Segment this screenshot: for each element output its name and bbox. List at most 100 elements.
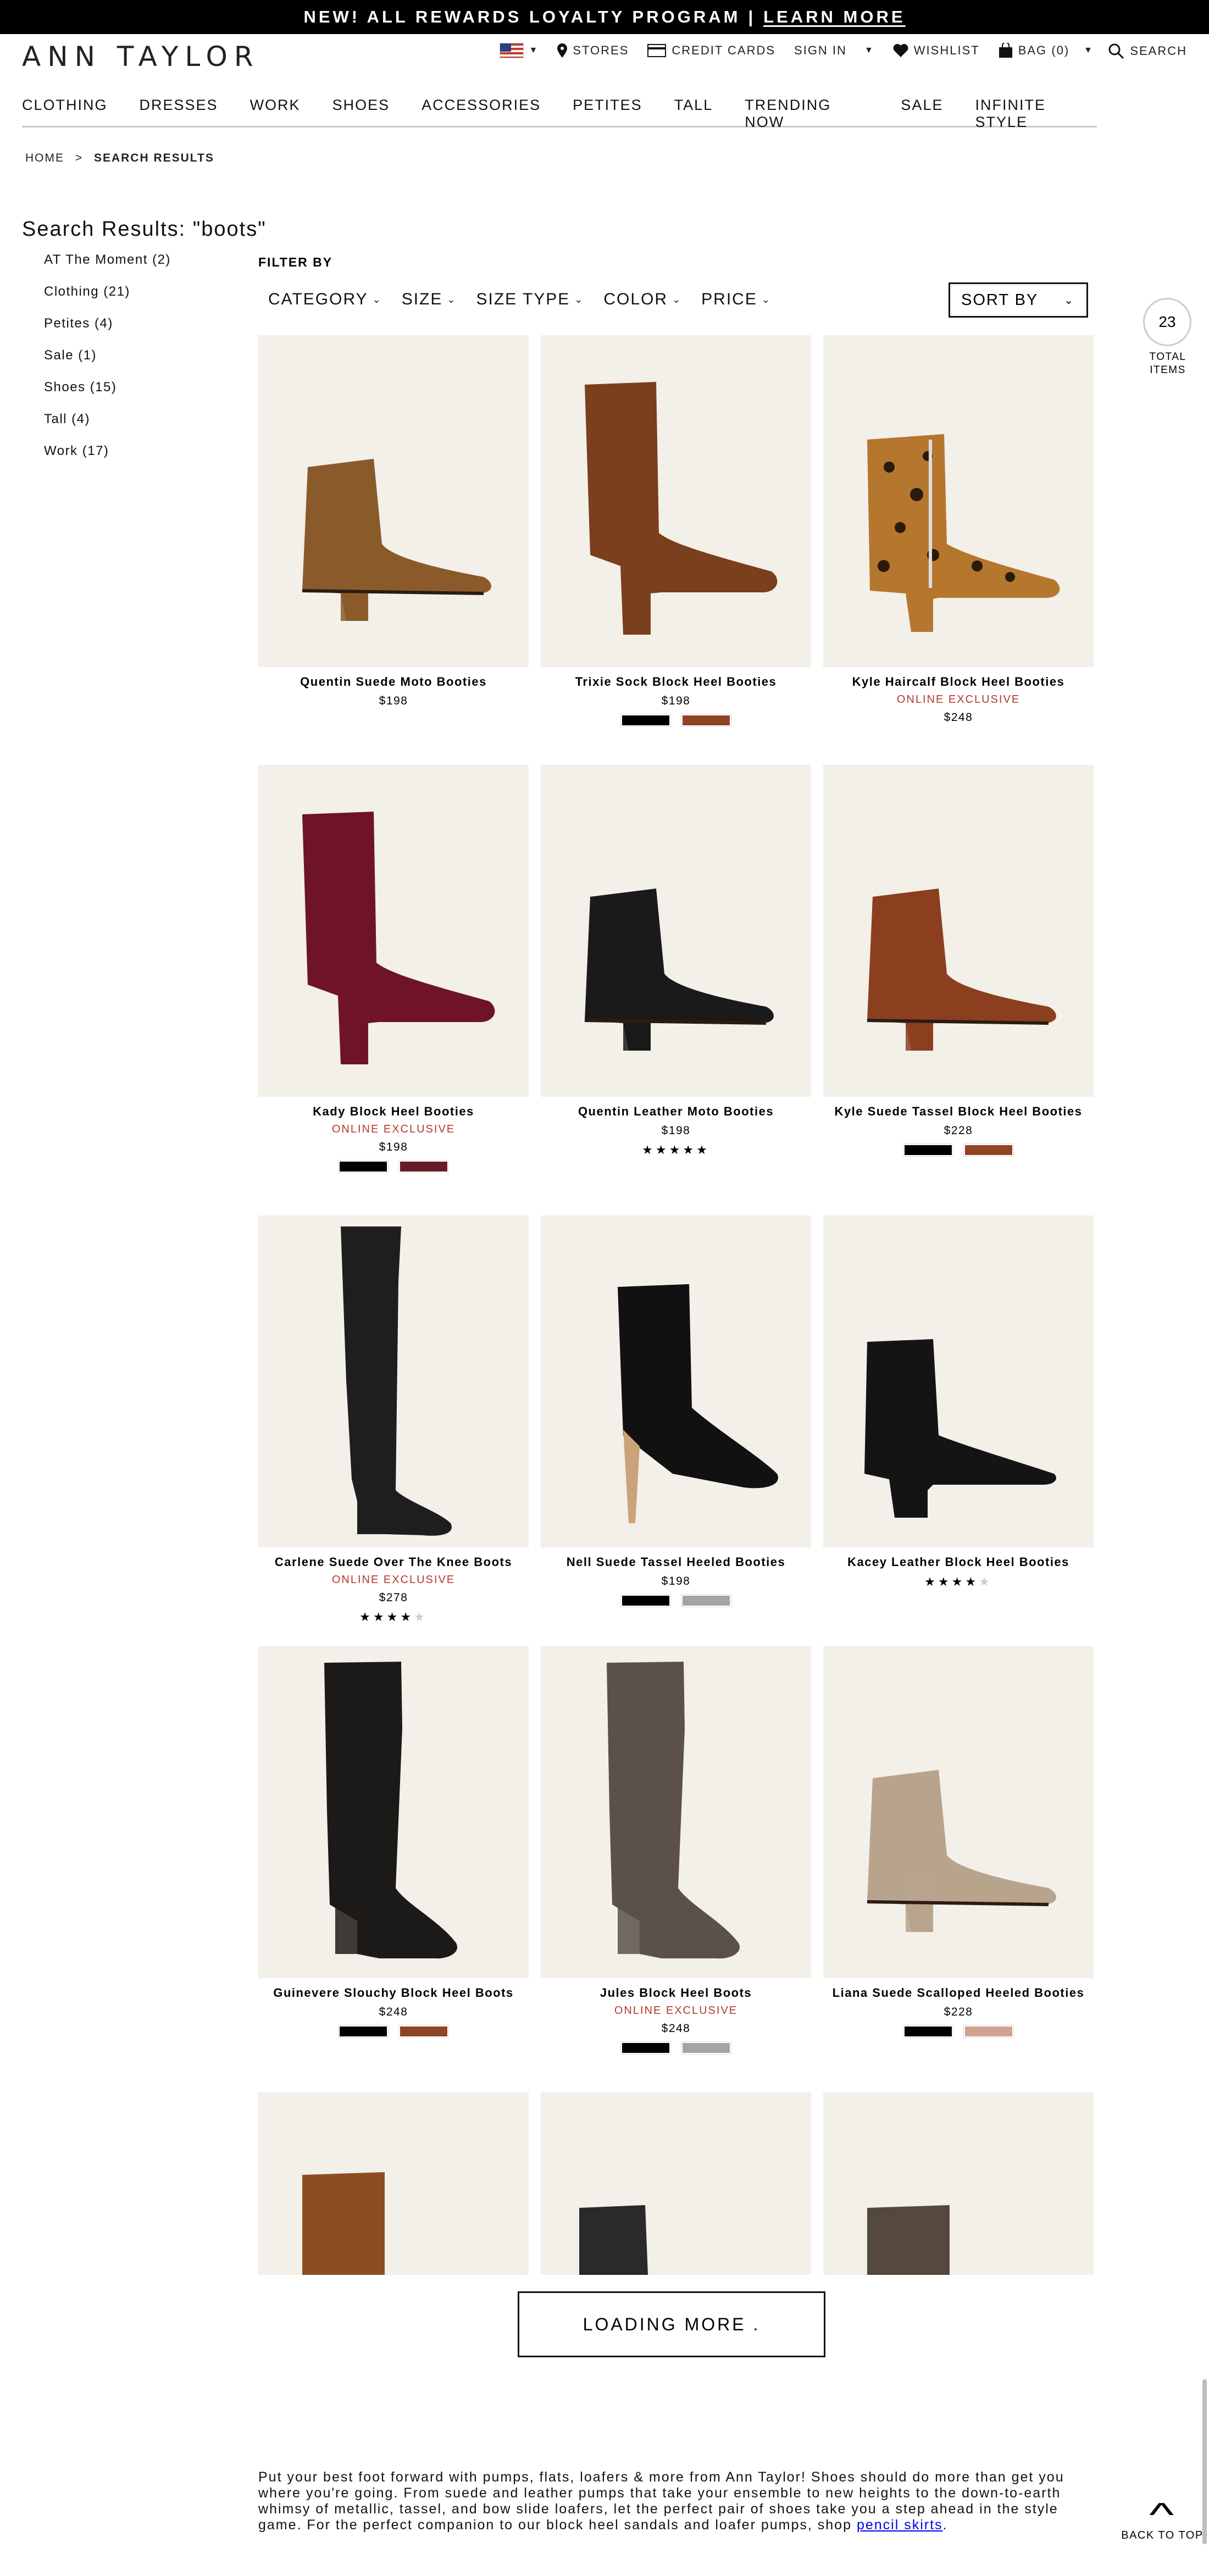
product-card[interactable]: Kacey Leather Block Heel Booties ★★★★★ — [823, 1215, 1094, 1589]
product-name[interactable]: Trixie Sock Block Heel Booties — [541, 675, 811, 691]
facet-item[interactable]: Tall (4) — [44, 410, 171, 442]
color-swatch[interactable] — [338, 1160, 389, 1173]
site-logo[interactable]: ANN TAYLOR — [22, 41, 260, 73]
product-card[interactable]: Kyle Haircalf Block Heel Booties ONLINE E… — [823, 335, 1094, 726]
product-name[interactable]: Jules Block Heel Boots — [541, 1986, 811, 2002]
product-name[interactable]: Kyle Haircalf Block Heel Booties — [823, 675, 1094, 691]
product-card[interactable]: Kady Block Heel Booties ONLINE EXCLUSIVE $… — [258, 765, 529, 1175]
total-label-line1: TOTAL — [1149, 351, 1186, 363]
color-swatch[interactable] — [338, 2025, 389, 2038]
chevron-down-icon: ⌄ — [447, 293, 457, 305]
product-image[interactable] — [823, 335, 1094, 667]
color-swatch[interactable] — [963, 2025, 1014, 2038]
color-swatch[interactable] — [398, 1160, 449, 1173]
product-image[interactable] — [258, 1215, 529, 1547]
product-image[interactable] — [541, 1215, 811, 1547]
bag-link[interactable]: BAG (0) ▼ — [999, 43, 1094, 58]
product-name[interactable]: Nell Suede Tassel Heeled Booties — [541, 1555, 811, 1572]
nav-item-tall[interactable]: TALL — [674, 97, 713, 126]
product-card[interactable]: Liana Suede Scalloped Heeled Booties $228 — [823, 1646, 1094, 2040]
filter-color[interactable]: COLOR ⌄ — [603, 290, 681, 309]
color-swatch[interactable] — [620, 2041, 671, 2055]
product-image[interactable] — [823, 2092, 1094, 2275]
pencil-skirts-link[interactable]: pencil skirts — [857, 2517, 943, 2533]
product-card[interactable]: Guinevere Slouchy Block Heel Boots $248 — [258, 1646, 529, 2040]
product-name[interactable]: Quentin Leather Moto Booties — [541, 1104, 811, 1121]
product-image[interactable] — [541, 335, 811, 667]
product-image[interactable] — [541, 765, 811, 1097]
star-icon: ★ — [979, 1575, 992, 1589]
filter-price[interactable]: PRICE ⌄ — [701, 290, 771, 309]
nav-item-work[interactable]: WORK — [250, 97, 301, 126]
color-swatch[interactable] — [620, 1594, 671, 1607]
color-swatch[interactable] — [681, 1594, 731, 1607]
facet-item[interactable]: AT The Moment (2) — [44, 251, 171, 282]
product-name[interactable]: Kady Block Heel Booties — [258, 1104, 529, 1121]
chevron-down-icon: ▼ — [864, 46, 874, 55]
learn-more-link[interactable]: LEARN MORE — [763, 7, 905, 27]
product-name[interactable]: Carlene Suede Over The Knee Boots — [258, 1555, 529, 1572]
product-name[interactable]: Kyle Suede Tassel Block Heel Booties — [823, 1104, 1094, 1121]
product-name[interactable]: Liana Suede Scalloped Heeled Booties — [823, 1986, 1094, 2002]
filter-size-type[interactable]: SIZE TYPE ⌄ — [476, 290, 584, 309]
product-name[interactable]: Guinevere Slouchy Block Heel Boots — [258, 1986, 529, 2002]
wishlist-label: WISHLIST — [913, 43, 980, 57]
product-image[interactable] — [258, 1646, 529, 1978]
facet-item[interactable]: Clothing (21) — [44, 282, 171, 314]
product-image[interactable] — [541, 2092, 811, 2275]
search-link[interactable]: SEARCH — [1108, 43, 1187, 59]
stores-label: STORES — [573, 43, 629, 57]
filter-size[interactable]: SIZE ⌄ — [402, 290, 457, 309]
wishlist-link[interactable]: WISHLIST — [893, 43, 980, 58]
facet-item[interactable]: Shoes (15) — [44, 378, 171, 410]
product-card[interactable] — [258, 2092, 529, 2275]
product-image[interactable] — [258, 2092, 529, 2275]
facet-item[interactable]: Petites (4) — [44, 314, 171, 346]
credit-cards-link[interactable]: CREDIT CARDS — [647, 43, 775, 58]
product-card[interactable]: Jules Block Heel Boots ONLINE EXCLUSIVE $2… — [541, 1646, 811, 2056]
stores-link[interactable]: STORES — [557, 43, 629, 58]
product-image[interactable] — [823, 1646, 1094, 1978]
color-swatch[interactable] — [903, 1143, 953, 1157]
color-swatch[interactable] — [620, 714, 671, 727]
nav-item-dresses[interactable]: DRESSES — [140, 97, 218, 126]
color-swatch[interactable] — [398, 2025, 449, 2038]
product-image[interactable] — [258, 765, 529, 1097]
nav-item-accessories[interactable]: ACCESSORIES — [422, 97, 541, 126]
product-card[interactable]: Trixie Sock Block Heel Booties $198 — [541, 335, 811, 729]
filter-category[interactable]: CATEGORY ⌄ — [268, 290, 382, 309]
breadcrumb-home[interactable]: HOME — [25, 152, 64, 164]
sort-by-dropdown[interactable]: SORT BY ⌄ — [949, 282, 1088, 318]
color-swatch[interactable] — [903, 2025, 953, 2038]
nav-item-clothing[interactable]: CLOTHING — [22, 97, 108, 126]
nav-item-sale[interactable]: SALE — [901, 97, 943, 126]
nav-item-petites[interactable]: PETITES — [573, 97, 642, 126]
nav-item-infinite-style[interactable]: INFINITE STYLE — [975, 97, 1097, 130]
color-swatch[interactable] — [681, 714, 731, 727]
product-image[interactable] — [823, 1215, 1094, 1547]
product-image[interactable] — [258, 335, 529, 667]
color-swatch[interactable] — [963, 1143, 1014, 1157]
product-name[interactable]: Quentin Suede Moto Booties — [258, 675, 529, 691]
nav-item-shoes[interactable]: SHOES — [332, 97, 390, 126]
product-card[interactable]: Quentin Leather Moto Booties $198 ★★★★★ — [541, 765, 811, 1157]
facet-item[interactable]: Work (17) — [44, 442, 171, 474]
nav-item-trending-now[interactable]: TRENDING NOW — [745, 97, 869, 130]
product-name[interactable]: Kacey Leather Block Heel Booties — [823, 1555, 1094, 1572]
product-image[interactable] — [541, 1646, 811, 1978]
sign-in-link[interactable]: SIGN IN ▼ — [794, 43, 874, 58]
product-card[interactable]: Quentin Suede Moto Booties $198 — [258, 335, 529, 710]
product-card[interactable]: Nell Suede Tassel Heeled Booties $198 — [541, 1215, 811, 1609]
product-image[interactable] — [823, 765, 1094, 1097]
loading-more-button[interactable]: LOADING MORE . — [518, 2291, 825, 2357]
product-card[interactable] — [823, 2092, 1094, 2275]
product-card[interactable]: Kyle Suede Tassel Block Heel Booties $228 — [823, 765, 1094, 1158]
country-selector[interactable]: ▼ — [499, 43, 539, 58]
product-card[interactable] — [541, 2092, 811, 2275]
facet-item[interactable]: Sale (1) — [44, 346, 171, 378]
product-card[interactable]: Carlene Suede Over The Knee Boots ONLINE … — [258, 1215, 529, 1624]
star-icon: ★ — [696, 1143, 710, 1157]
product-price: $248 — [944, 711, 973, 724]
color-swatch[interactable] — [681, 2041, 731, 2055]
back-to-top-button[interactable]: ^ BACK TO TOP — [1121, 2499, 1204, 2542]
